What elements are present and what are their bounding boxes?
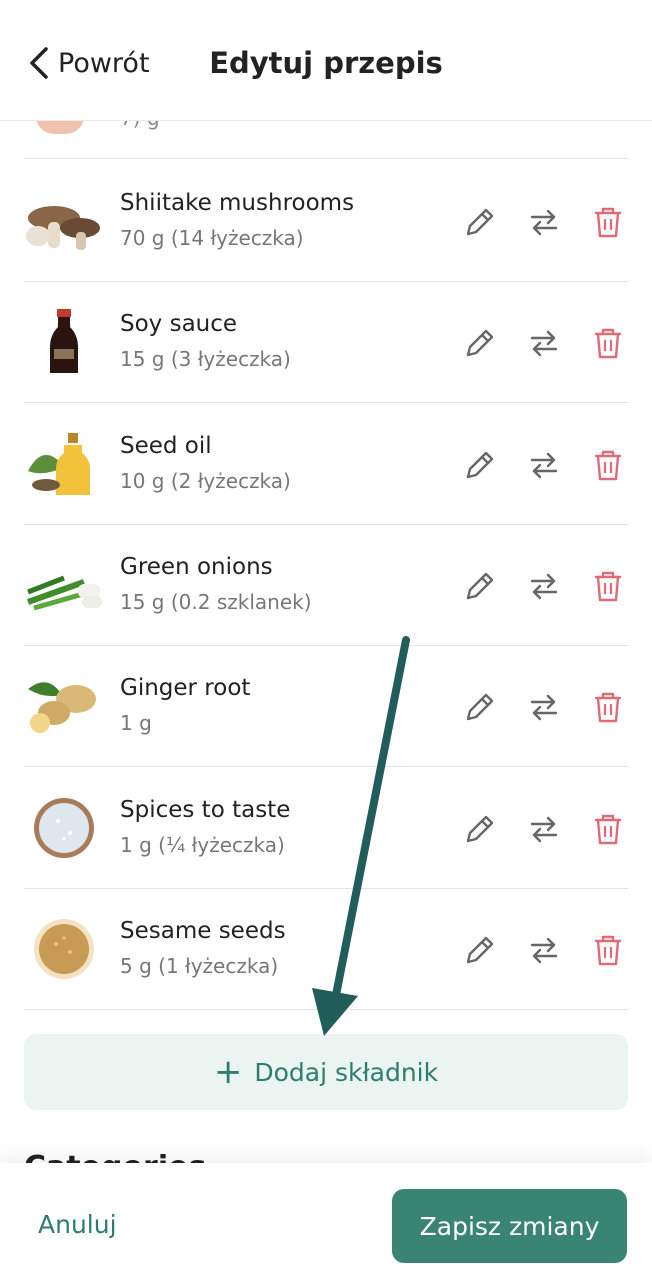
- ingredient-quantity: 1 g (¼ łyżeczka): [120, 832, 285, 857]
- ingredient-quantity: 5 g (1 łyżeczka): [120, 953, 279, 978]
- ingredient-quantity: 10 g (2 łyżeczka): [120, 468, 291, 493]
- ingredient-row: Ginger root 1 g: [24, 645, 628, 768]
- edit-icon[interactable]: [462, 447, 498, 483]
- trash-icon[interactable]: [590, 689, 626, 725]
- ingredient-name: Shiitake mushrooms: [120, 190, 355, 216]
- mushroom-icon: [24, 188, 104, 254]
- trash-icon[interactable]: [590, 447, 626, 483]
- trash-icon[interactable]: [590, 811, 626, 847]
- row-divider: [24, 158, 628, 159]
- ingredient-row: Green onions 15 g (0.2 szklanek): [24, 524, 628, 646]
- swap-icon[interactable]: [526, 568, 562, 604]
- trash-icon[interactable]: [590, 932, 626, 968]
- ingredient-quantity: 15 g (3 łyżeczka): [120, 347, 291, 372]
- ingredient-quantity: 70 g (14 łyżeczka): [120, 226, 304, 250]
- oil-bottle-icon: [24, 431, 104, 497]
- ingredient-name: Seed oil: [120, 432, 212, 459]
- ingredient-quantity: 15 g (0.2 szklanek): [120, 589, 312, 614]
- ingredient-quantity: 1 g: [120, 711, 152, 736]
- ingredient-row: Sesame seeds 5 g (1 łyżeczka): [24, 888, 628, 1010]
- plus-icon: +: [213, 1052, 243, 1092]
- swap-icon[interactable]: [526, 689, 562, 725]
- cancel-button[interactable]: Anuluj: [38, 1210, 117, 1239]
- swap-icon[interactable]: [526, 932, 562, 968]
- edit-icon[interactable]: [462, 204, 498, 240]
- ingredient-row: Soy sauce 15 g (3 łyżeczka): [24, 281, 628, 404]
- green-onion-icon: [24, 552, 104, 618]
- soy-sauce-bottle-icon: [24, 309, 104, 375]
- salt-bowl-icon: [24, 795, 104, 861]
- ingredient-name: Soy sauce: [120, 311, 238, 338]
- ingredient-name: Sesame seeds: [120, 917, 286, 944]
- trash-icon[interactable]: [590, 204, 626, 240]
- ingredient-row: Spices to taste 1 g (¼ łyżeczka): [24, 767, 628, 889]
- trash-icon[interactable]: [590, 325, 626, 361]
- edit-icon[interactable]: [462, 689, 498, 725]
- bottom-bar: Anuluj Zapisz zmiany: [0, 1163, 652, 1280]
- ingredient-name: Spices to taste: [120, 796, 291, 823]
- edit-icon[interactable]: [462, 811, 498, 847]
- ingredient-row: Seed oil 10 g (2 łyżeczka): [24, 403, 628, 525]
- sesame-bowl-icon: [24, 916, 104, 982]
- edit-icon[interactable]: [462, 932, 498, 968]
- swap-icon[interactable]: [526, 204, 562, 240]
- add-ingredient-button[interactable]: + Dodaj składnik: [24, 1034, 628, 1110]
- save-button[interactable]: Zapisz zmiany: [392, 1189, 627, 1263]
- swap-icon[interactable]: [526, 325, 562, 361]
- ingredient-row: Shiitake mushrooms 70 g (14 łyżeczka): [24, 160, 628, 282]
- swap-icon[interactable]: [526, 811, 562, 847]
- add-ingredient-label: Dodaj składnik: [254, 1057, 439, 1087]
- edit-icon[interactable]: [462, 568, 498, 604]
- trash-icon[interactable]: [590, 568, 626, 604]
- ingredient-name: Green onions: [120, 553, 273, 580]
- swap-icon[interactable]: [526, 447, 562, 483]
- page-title: Edytuj przepis: [209, 46, 443, 80]
- edit-icon[interactable]: [462, 325, 498, 361]
- ginger-icon: [24, 673, 104, 739]
- ingredient-name: Ginger root: [120, 675, 251, 702]
- top-bar: Powrót Edytuj przepis: [0, 0, 652, 121]
